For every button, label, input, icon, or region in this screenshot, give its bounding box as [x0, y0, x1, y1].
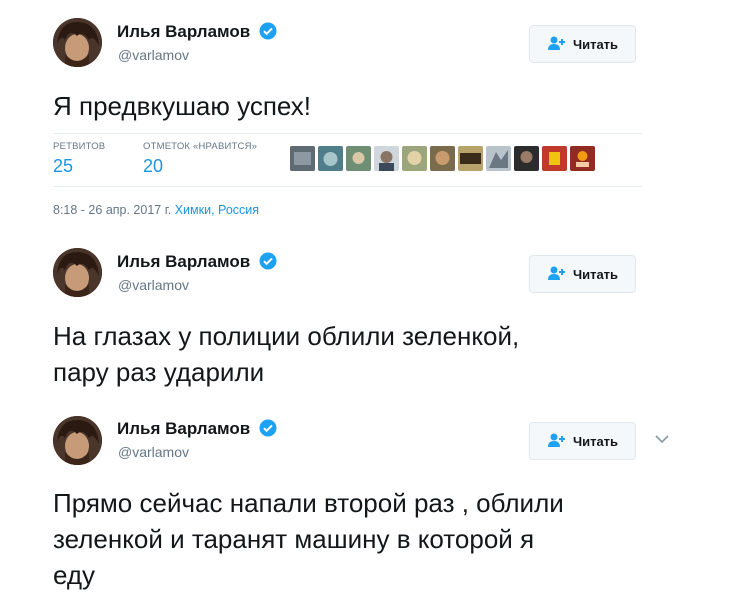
author-name[interactable]: Илья Варламов — [117, 252, 277, 275]
follow-button-label: Читать — [572, 266, 619, 282]
liker-avatar[interactable] — [514, 146, 539, 171]
verified-badge-icon — [259, 252, 277, 275]
follow-button[interactable]: Читать — [529, 25, 636, 63]
liker-avatar[interactable] — [570, 146, 595, 171]
liker-avatar[interactable] — [374, 146, 399, 171]
tweet-text: Прямо сейчас напали второй раз , облили … — [53, 485, 673, 593]
follow-button-label: Читать — [572, 36, 619, 52]
follow-button[interactable]: Читать — [529, 422, 636, 460]
chevron-down-icon[interactable] — [653, 432, 671, 450]
divider — [53, 186, 642, 187]
likers-avatars — [290, 146, 595, 171]
verified-badge-icon — [259, 22, 277, 45]
timestamp[interactable]: 8:18 - 26 апр. 2017 г. — [53, 203, 171, 217]
tweet-text-line: На глазах у полиции облили зеленкой, — [53, 321, 520, 351]
tweet-text-line: Прямо сейчас напали второй раз , облили — [53, 488, 564, 518]
liker-avatar[interactable] — [402, 146, 427, 171]
liker-avatar[interactable] — [318, 146, 343, 171]
avatar[interactable] — [53, 248, 102, 297]
author-handle[interactable]: @varlamov — [118, 47, 189, 63]
add-user-icon — [547, 35, 567, 54]
liker-avatar[interactable] — [542, 146, 567, 171]
follow-button-label: Читать — [572, 433, 619, 449]
tweet-text-line: еду — [53, 560, 96, 590]
liker-avatar[interactable] — [346, 146, 371, 171]
liker-avatar[interactable] — [458, 146, 483, 171]
tweet-text: Я предвкушаю успех! — [53, 91, 312, 121]
likes-label[interactable]: ОТМЕТОК «НРАВИТСЯ» — [143, 141, 257, 152]
follow-button[interactable]: Читать — [529, 255, 636, 293]
avatar[interactable] — [53, 18, 102, 67]
retweets-label[interactable]: РЕТВИТОВ — [53, 141, 105, 152]
avatar[interactable] — [53, 416, 102, 465]
location-link[interactable]: Химки, Россия — [175, 203, 259, 217]
author-name[interactable]: Илья Варламов — [117, 22, 277, 45]
tweet-timestamp: 8:18 - 26 апр. 2017 г. Химки, Россия — [53, 203, 259, 217]
add-user-icon — [547, 432, 567, 451]
author-handle[interactable]: @varlamov — [118, 444, 189, 460]
divider — [53, 133, 642, 134]
add-user-icon — [547, 265, 567, 284]
liker-avatar[interactable] — [430, 146, 455, 171]
tweet-text-line: пару раз ударили — [53, 357, 265, 387]
author-name-text: Илья Варламов — [117, 252, 251, 271]
retweets-count[interactable]: 25 — [53, 156, 73, 177]
tweet-text: На глазах у полиции облили зеленкой, пар… — [53, 318, 673, 390]
liker-avatar[interactable] — [486, 146, 511, 171]
likes-count[interactable]: 20 — [143, 156, 163, 177]
author-handle[interactable]: @varlamov — [118, 277, 189, 293]
tweet-text-line: зеленкой и таранят машину в которой я — [53, 524, 535, 554]
author-name-text: Илья Варламов — [117, 419, 251, 438]
verified-badge-icon — [259, 419, 277, 442]
author-name[interactable]: Илья Варламов — [117, 419, 277, 442]
liker-avatar[interactable] — [290, 146, 315, 171]
author-name-text: Илья Варламов — [117, 22, 251, 41]
